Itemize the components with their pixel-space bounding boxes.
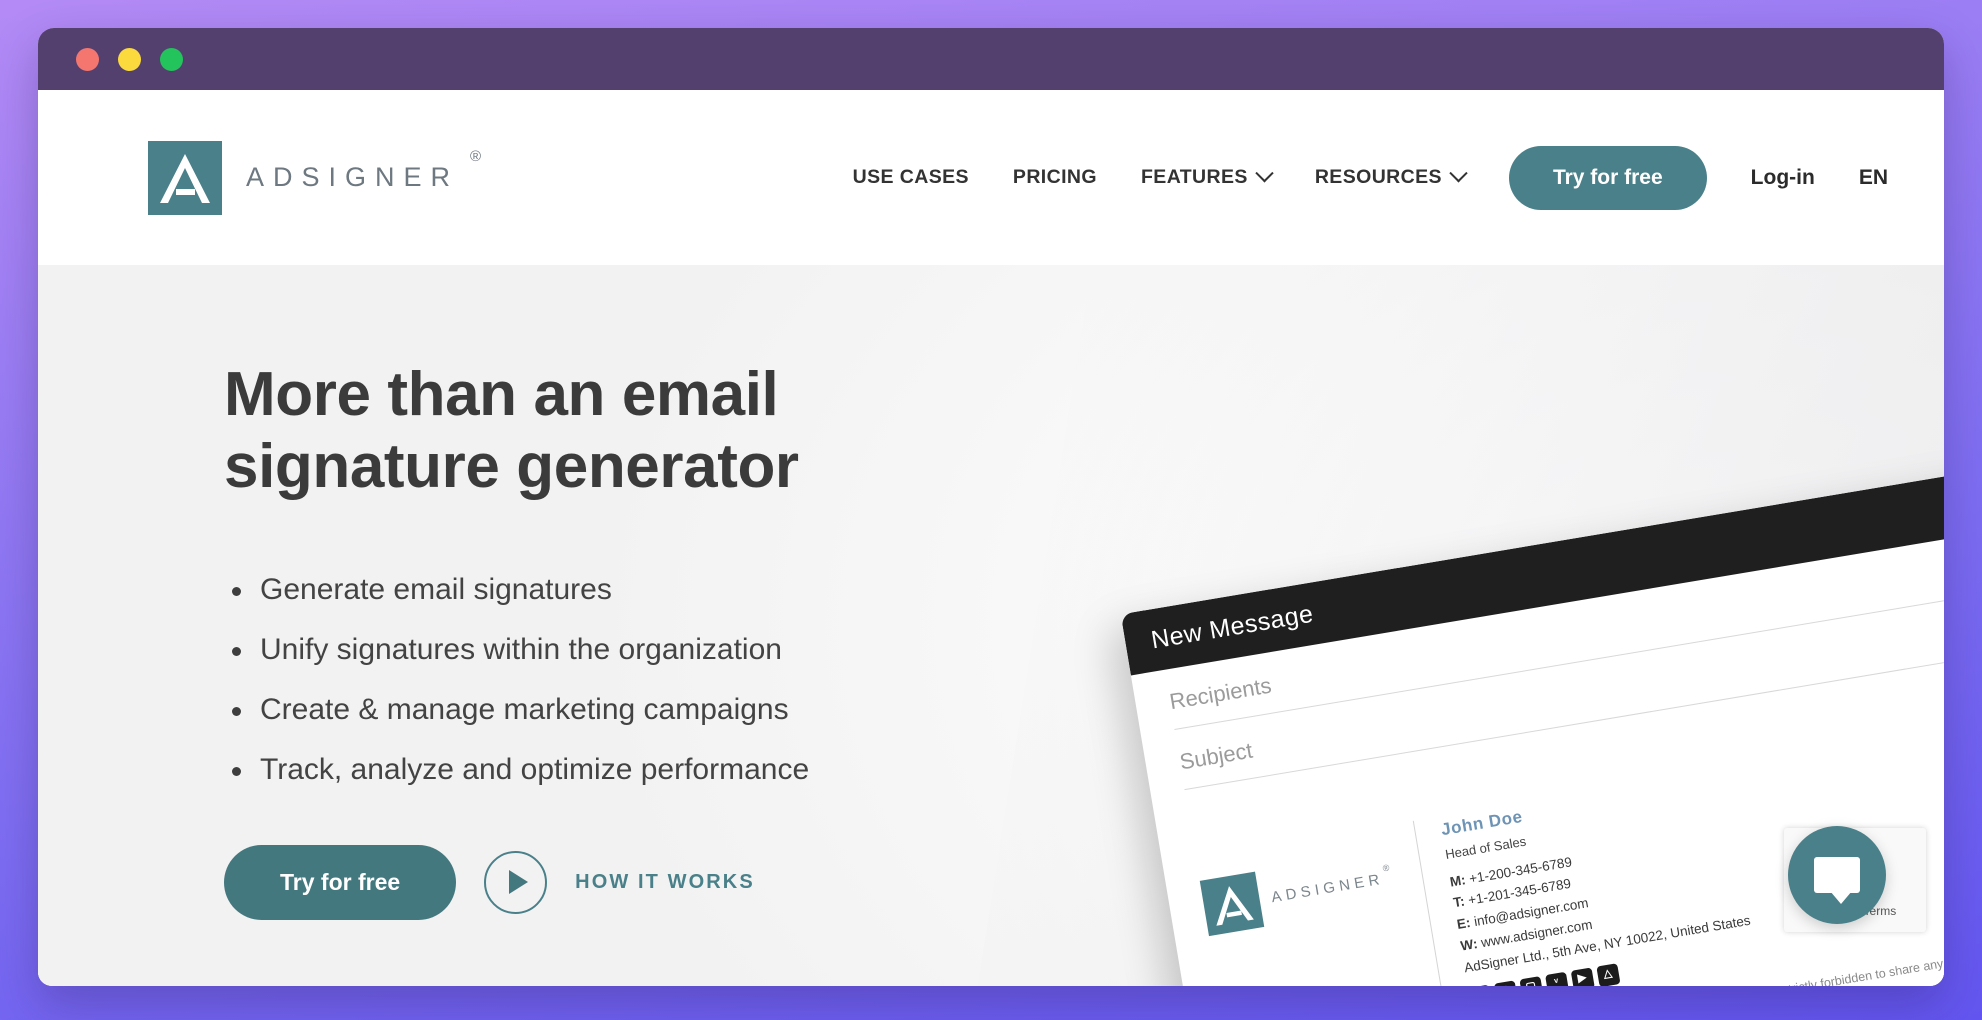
chat-bubble-icon — [1814, 857, 1860, 904]
mobile-label: M: — [1448, 871, 1467, 890]
nav-label: PRICING — [1012, 166, 1097, 188]
mobile-value: +1-200-345-6789 — [1467, 853, 1573, 886]
language-selector[interactable]: EN — [1859, 166, 1888, 190]
list-item: Unify signatures within the organization — [224, 634, 1104, 665]
nav-item-use-cases[interactable]: USE CASES — [853, 166, 969, 189]
login-link[interactable]: Log-in — [1751, 166, 1815, 190]
signature-web-row: W: www.adsigner.com — [1459, 888, 1749, 957]
signature-wordmark: ADSIGNER ® — [1270, 861, 1397, 906]
hero-feature-list: Generate email signatures Unify signatur… — [224, 574, 1104, 785]
signature-divider — [1412, 820, 1446, 986]
brand-wordmark: ADSIGNER ® — [246, 148, 481, 193]
web-label: W: — [1459, 936, 1479, 954]
try-for-free-button-header[interactable]: Try for free — [1508, 145, 1707, 210]
maximize-window-button[interactable] — [160, 47, 183, 71]
tel-label: T: — [1452, 894, 1466, 911]
play-video-button[interactable] — [484, 850, 548, 914]
play-icon — [508, 870, 528, 895]
chat-widget-button[interactable] — [1788, 826, 1886, 924]
signature-mobile-row: M: +1-200-345-6789 — [1448, 824, 1738, 893]
signature-social-icons: in f ▢ ᵛ ▶ △ — [1467, 940, 1757, 986]
close-window-button[interactable] — [76, 47, 99, 71]
facebook-icon[interactable]: f — [1493, 980, 1518, 986]
registered-trademark-icon: ® — [1381, 861, 1395, 873]
signature-address: AdSigner Ltd., 5th Ave, NY 10022, United… — [1463, 912, 1752, 976]
signature-email-row: E: info@adsigner.com — [1455, 867, 1745, 936]
signature-name: John Doe — [1439, 806, 1524, 840]
tel-value: +1-201-345-6789 — [1467, 876, 1573, 909]
email-value[interactable]: info@adsigner.com — [1473, 895, 1590, 929]
instagram-icon[interactable]: ▢ — [1518, 975, 1544, 986]
signature-brand-name: ADSIGNER — [1270, 870, 1385, 906]
browser-titlebar — [38, 28, 1944, 90]
try-for-free-button-hero[interactable]: Try for free — [224, 844, 457, 920]
subject-field[interactable]: Subject — [1174, 567, 1944, 791]
site-header: ADSIGNER ® USE CASES PRICING FEATURES RE… — [38, 90, 1944, 265]
list-item: Track, analyze and optimize performance — [224, 754, 1104, 785]
signature-details: John Doe Head of Sales M: +1-200-345-678… — [1439, 769, 1757, 986]
page-title: More than an email signature generator — [224, 359, 1104, 503]
nav-label: USE CASES — [852, 166, 969, 188]
nav-item-pricing[interactable]: PRICING — [1013, 166, 1097, 189]
email-compose-title: New Message — [1149, 599, 1316, 654]
signature-tel-row: T: +1-201-345-6789 — [1452, 845, 1742, 914]
nav-label: RESOURCES — [1314, 166, 1442, 188]
list-item: Generate email signatures — [224, 574, 1104, 605]
nav-label: FEATURES — [1140, 166, 1248, 188]
email-disclaimer: The content of this email is confidentia… — [1232, 926, 1944, 986]
brand-name: ADSIGNER — [246, 162, 460, 192]
adsigner-icon[interactable]: △ — [1595, 963, 1621, 986]
hero-title-line-2: signature generator — [224, 431, 799, 501]
browser-window: ADSIGNER ® USE CASES PRICING FEATURES RE… — [38, 28, 1944, 986]
chevron-down-icon — [1449, 164, 1468, 183]
brand-logo[interactable]: ADSIGNER ® — [148, 140, 481, 215]
twitter-icon[interactable]: ᵛ — [1544, 971, 1569, 986]
signature-logo: ADSIGNER ® — [1196, 825, 1400, 937]
nav-item-features[interactable]: FEATURES — [1140, 164, 1274, 189]
hero-section: More than an email signature generator G… — [38, 265, 1944, 986]
hero-copy: More than an email signature generator G… — [224, 359, 1104, 920]
chevron-down-icon — [1255, 164, 1274, 183]
nav-item-resources[interactable]: RESOURCES — [1314, 164, 1468, 189]
email-label: E: — [1455, 915, 1472, 933]
adsigner-logo-icon — [148, 140, 222, 215]
how-it-works-link[interactable]: HOW IT WORKS — [575, 871, 755, 894]
main-navigation: USE CASES PRICING FEATURES RESOURCES Try… — [853, 145, 1888, 210]
hero-cta-row: Try for free HOW IT WORKS — [224, 844, 1104, 920]
web-value[interactable]: www.adsigner.com — [1480, 917, 1593, 950]
linkedin-icon[interactable]: in — [1467, 984, 1492, 986]
recipients-field[interactable]: Recipients — [1164, 507, 1944, 731]
hero-title-line-1: More than an email — [224, 360, 779, 429]
minimize-window-button[interactable] — [118, 47, 141, 71]
youtube-icon[interactable]: ▶ — [1570, 967, 1595, 986]
email-compose-titlebar: New Message — ⤡ ✕ — [1120, 441, 1944, 676]
adsigner-logo-icon — [1199, 871, 1265, 937]
signature-role: Head of Sales — [1444, 833, 1528, 862]
registered-trademark-icon: ® — [469, 148, 482, 165]
list-item: Create & manage marketing campaigns — [224, 694, 1104, 725]
